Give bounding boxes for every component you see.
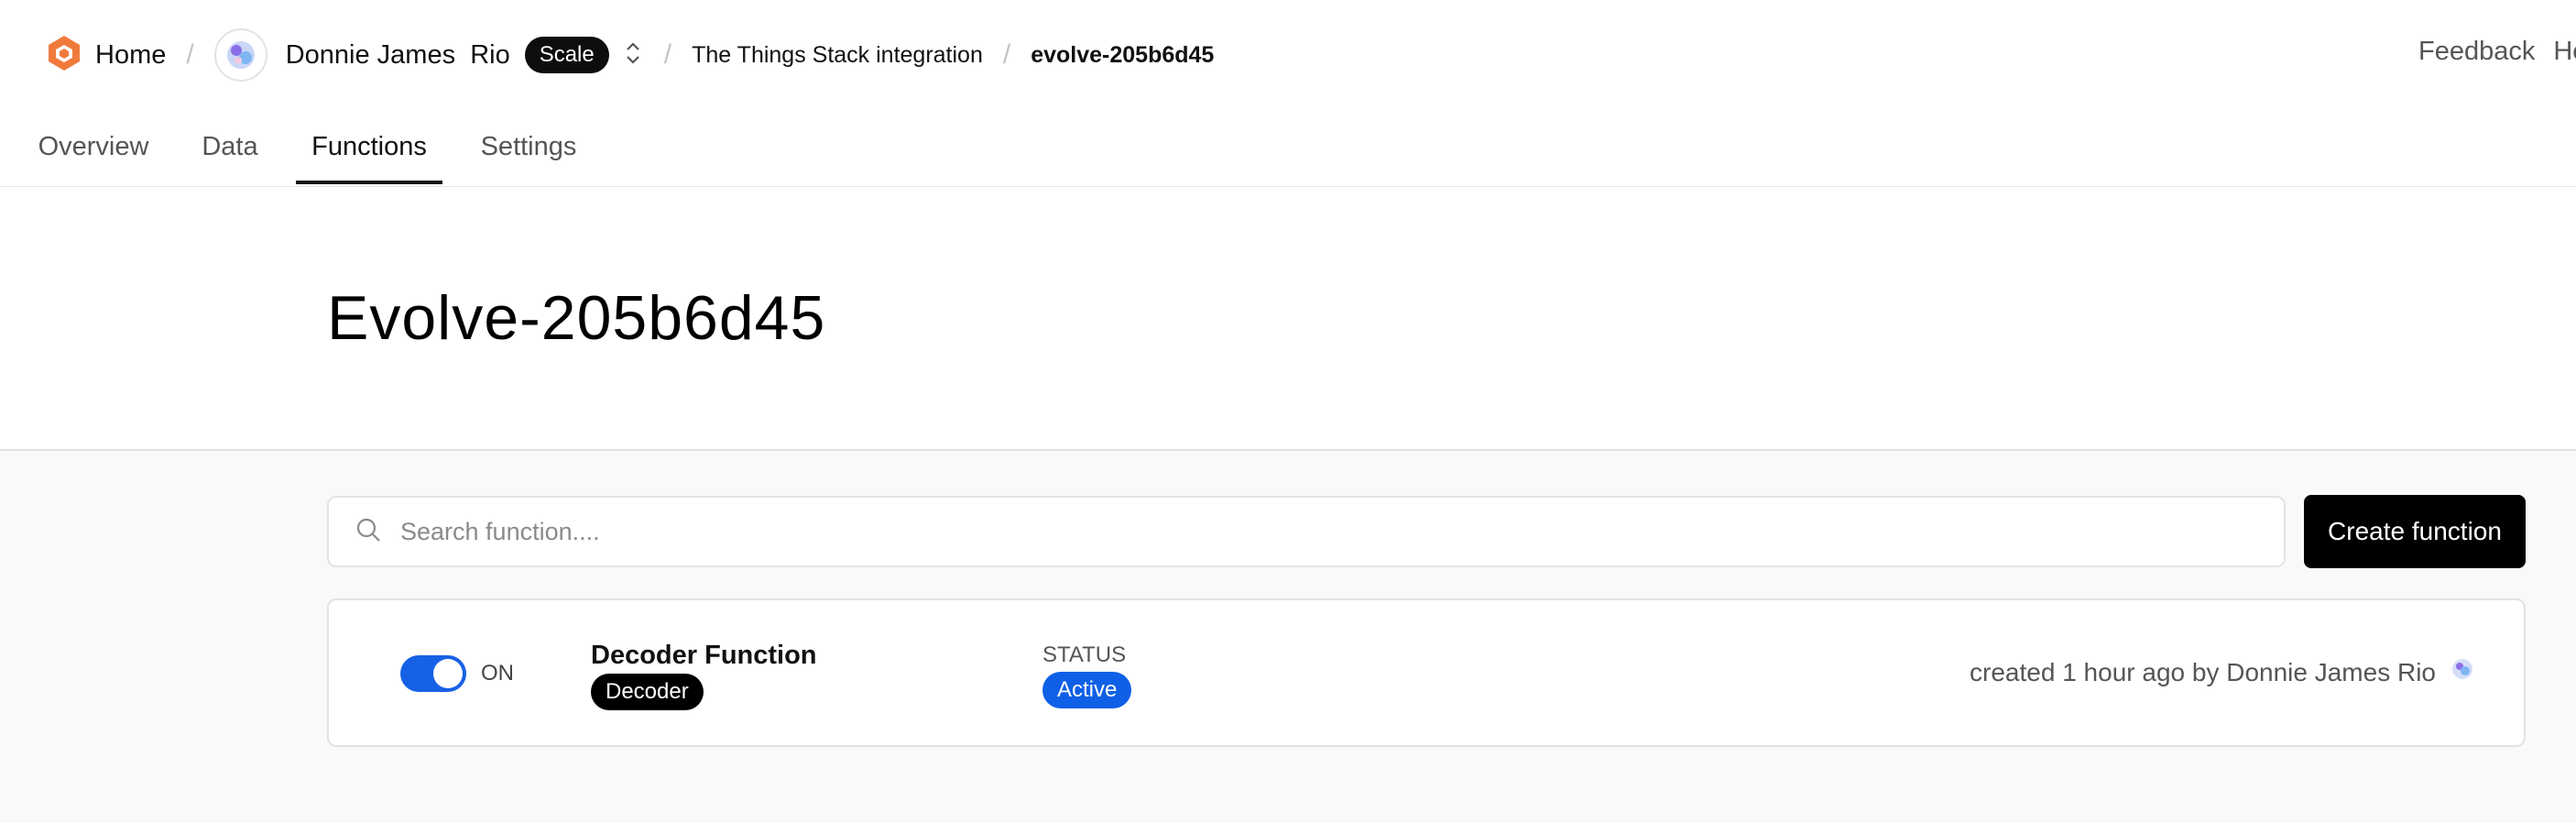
toggle-knob [433, 659, 463, 688]
breadcrumb-separator: / [186, 39, 194, 70]
tab-overview[interactable]: Overview [37, 117, 150, 184]
search-box[interactable] [327, 496, 2286, 567]
page-title: Evolve-205b6d45 [327, 283, 826, 353]
user-avatar-icon [2436, 657, 2474, 687]
org-name-link[interactable]: Donnie James Rio [286, 40, 510, 71]
created-by-text: created 1 hour ago by Donnie James Rio [1970, 657, 2436, 686]
function-name[interactable]: Decoder Function [591, 641, 817, 671]
help-link[interactable]: He [2553, 37, 2576, 67]
tab-functions[interactable]: Functions [296, 117, 442, 184]
tab-data[interactable]: Data [200, 117, 260, 184]
chevron-updown-icon[interactable] [609, 38, 644, 72]
function-toggle[interactable] [400, 655, 466, 692]
breadcrumb: Home / Donnie James Rio Scale / The Thin… [44, 27, 1214, 82]
function-meta: created 1 hour ago by Donnie James Rio [1970, 657, 2474, 687]
logo-hexagon-icon[interactable] [44, 33, 84, 78]
plan-badge: Scale [524, 37, 609, 73]
breadcrumb-separator: / [663, 39, 672, 70]
breadcrumb-device[interactable]: evolve-205b6d45 [1031, 42, 1214, 69]
tab-settings[interactable]: Settings [478, 117, 579, 184]
search-input[interactable] [398, 516, 2284, 547]
search-icon [329, 516, 382, 548]
toggle-label: ON [481, 661, 514, 686]
org-avatar-icon[interactable] [213, 28, 267, 82]
status-badge: Active [1042, 672, 1132, 708]
breadcrumb-separator: / [1002, 39, 1011, 70]
function-card[interactable]: ON Decoder Function Decoder STATUS Activ… [327, 598, 2526, 747]
top-navigation-bar: Home / Donnie James Rio Scale / The Thin… [0, 0, 2576, 188]
breadcrumb-application-link[interactable]: The Things Stack integration [692, 42, 983, 69]
breadcrumb-home-link[interactable]: Home [95, 40, 166, 71]
status-label: STATUS [1042, 642, 1127, 667]
create-function-button[interactable]: Create function [2304, 495, 2526, 568]
top-right-links: Feedback He [2418, 37, 2576, 67]
function-type-badge: Decoder [591, 674, 704, 710]
feedback-link[interactable]: Feedback [2418, 37, 2535, 67]
